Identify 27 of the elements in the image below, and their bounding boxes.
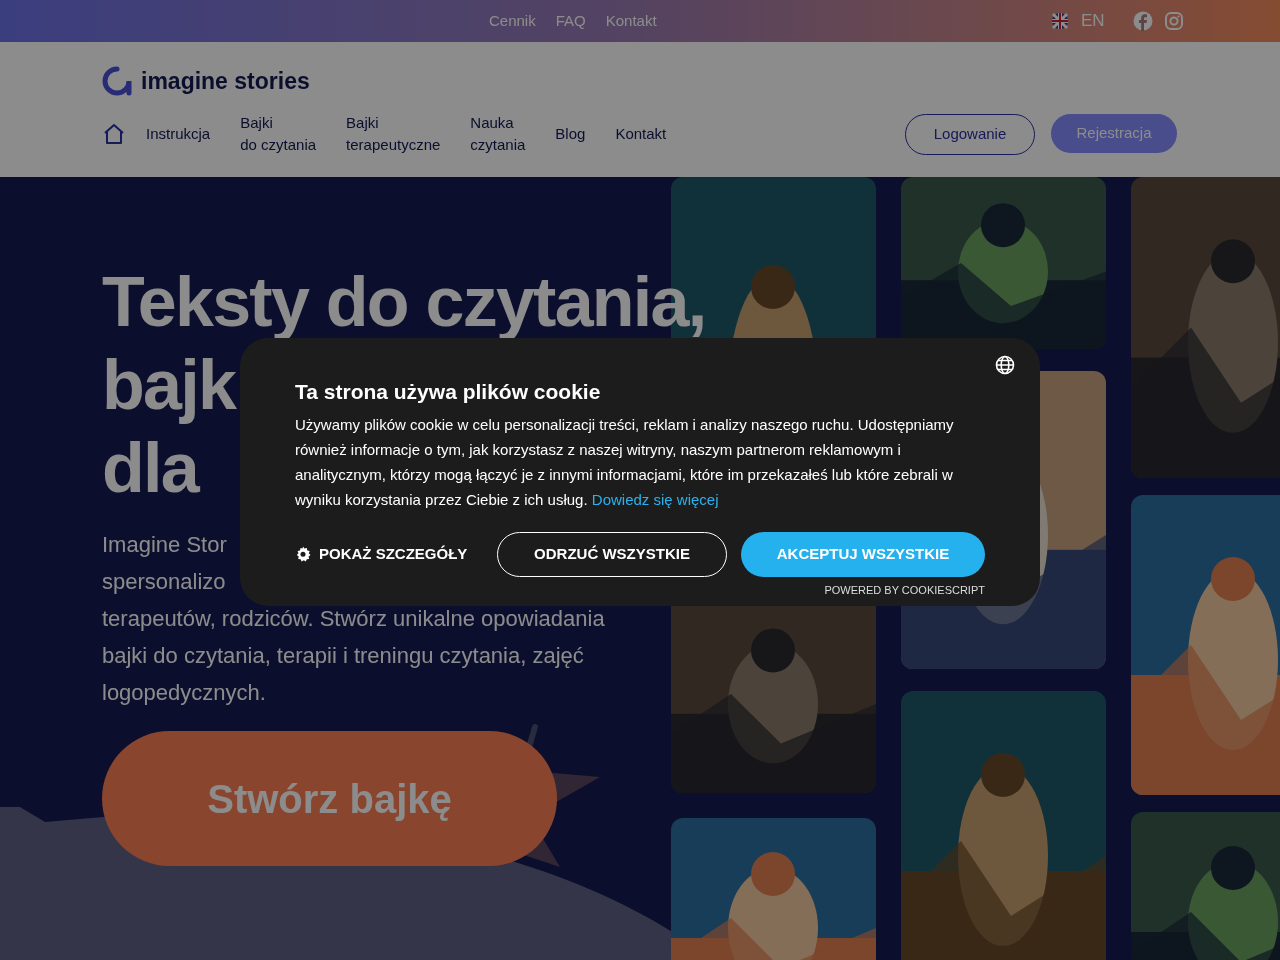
hero-title: Teksty do czytania,	[102, 262, 706, 343]
gear-icon	[295, 546, 311, 562]
dialog-title: Ta strona używa plików cookie	[295, 379, 602, 405]
hero-title: bajk	[102, 345, 236, 426]
globe-icon[interactable]	[995, 355, 1015, 375]
hero-text: spersonalizo	[102, 568, 226, 596]
hero-text: logopedycznych.	[102, 679, 266, 707]
show-details-button[interactable]: POKAŻ SZCZEGÓŁY	[295, 542, 497, 566]
facebook-icon[interactable]	[1132, 11, 1153, 31]
powered-by-text: POWERED BY COOKIESCRIPT	[824, 582, 985, 598]
nav-link[interactable]: Blog	[555, 123, 586, 145]
logo-icon[interactable]	[102, 66, 132, 97]
hero-title: dla	[102, 428, 198, 509]
nav-link[interactable]: Nauka czytania	[470, 112, 526, 156]
flag-icon	[1051, 12, 1069, 30]
logo-text[interactable]: imagine stories	[141, 64, 310, 99]
hero-text: terapeutów, rodziców. Stwórz unikalne opowiadania	[102, 605, 605, 633]
dialog-text: Używamy plików cookie w celu personalizacji treści, reklam i analizy naszego ruchu. Udostępniamy również informacje o tym, jak korzystasz z naszej witryny, naszym partnerom reklamowym i analitycznym, którzy mogą łączyć je z innymi informacjami, które im przekazałeś lub które zebrali w wyniku korzystania przez Ciebie z ich usług. Dowiedz się więcej	[295, 414, 955, 510]
instagram-icon[interactable]	[1164, 12, 1183, 30]
nav-link[interactable]: Bajki do czytania	[240, 112, 317, 156]
nav-link[interactable]: Instrukcja	[146, 123, 211, 145]
nav-link[interactable]: Bajki terapeutyczne	[346, 112, 441, 156]
home-icon[interactable]	[102, 122, 126, 146]
hero-text: Imagine Stor	[102, 531, 227, 559]
learn-more-link[interactable]: Dowiedz się więcej	[591, 490, 719, 508]
nav-link[interactable]: Kontakt	[615, 123, 667, 145]
hero-text: bajki do czytania, terapii i treningu czytania, zajęć	[102, 642, 584, 670]
